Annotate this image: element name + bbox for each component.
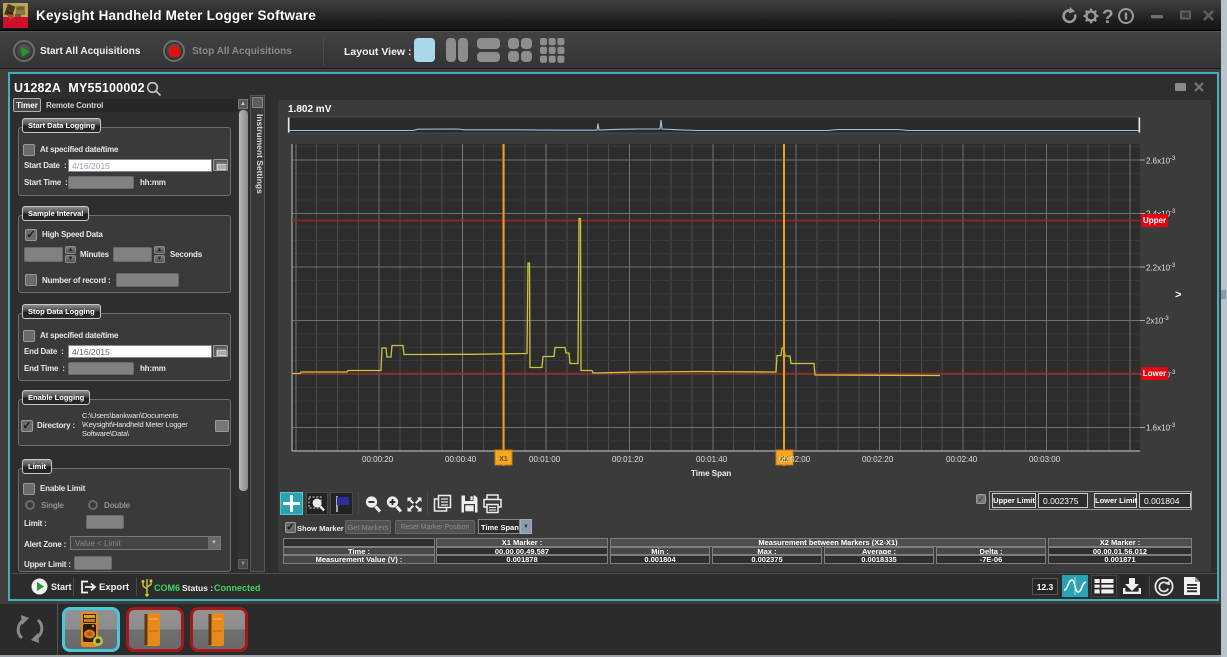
- svg-text:?: ?: [1102, 7, 1114, 26]
- svg-text:X1: X1: [499, 456, 508, 463]
